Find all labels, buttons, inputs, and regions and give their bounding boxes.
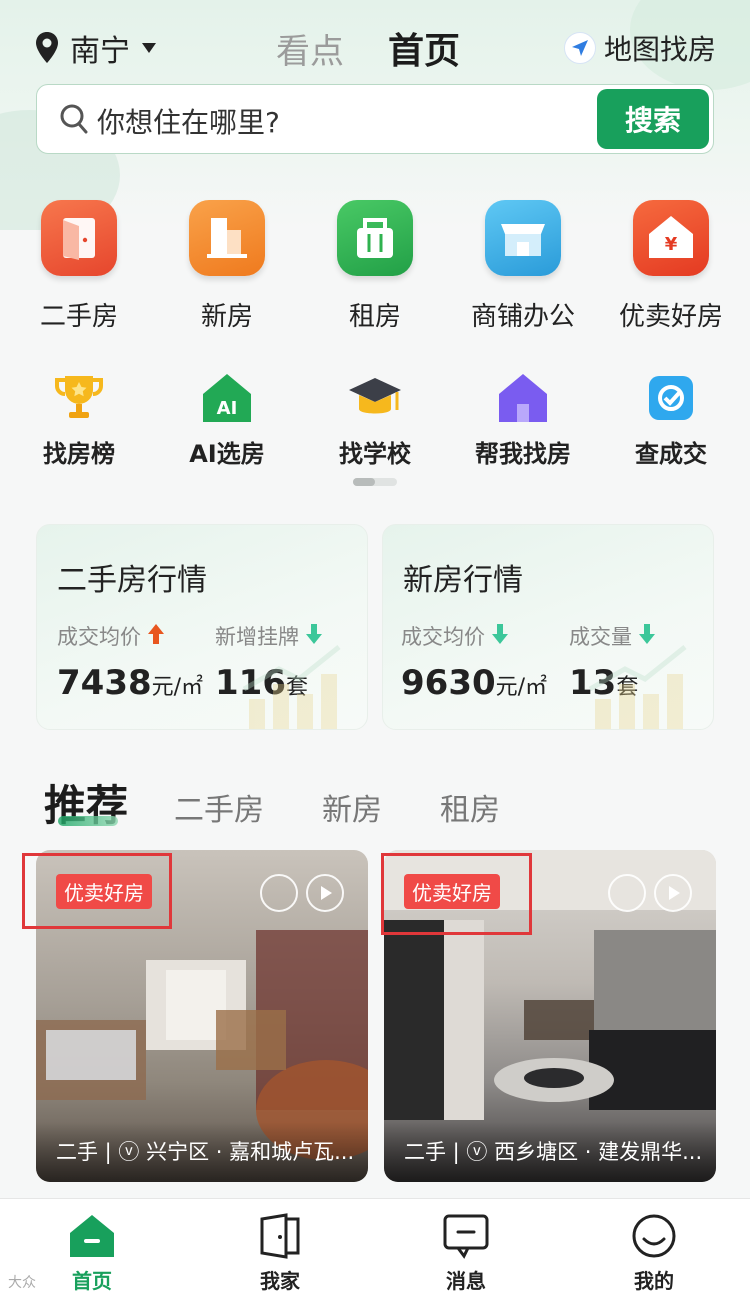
entry-find-school[interactable]: 找学校 bbox=[300, 370, 450, 469]
tab-recommend[interactable]: 推荐 bbox=[44, 772, 128, 833]
city-selector[interactable]: 南宁 bbox=[34, 26, 156, 70]
watermark: 大众 bbox=[8, 1275, 36, 1291]
entry-check-deals[interactable]: 查成交 bbox=[596, 370, 746, 469]
entry-shop-office[interactable]: 商铺办公 bbox=[448, 200, 598, 333]
main-entry-grid: 二手房 新房 租房 商铺办公 ¥ 优卖好房 bbox=[0, 200, 750, 340]
chevron-down-icon bbox=[142, 43, 156, 53]
listing-caption: 二手 | ⓥ 西乡塘区 · 建发鼎华... bbox=[384, 1122, 716, 1182]
svg-text:¥: ¥ bbox=[665, 234, 678, 255]
search-button[interactable]: 搜索 bbox=[597, 89, 709, 149]
bar-chart-decoration bbox=[242, 645, 341, 729]
graduation-cap-icon bbox=[347, 370, 403, 426]
annotation-box bbox=[381, 853, 532, 935]
new-house-market-card[interactable]: 新房行情 成交均价 成交量 9630元/㎡ 13套 bbox=[382, 524, 714, 730]
bottom-navigation: 首页 我家 消息 我的 bbox=[0, 1198, 750, 1297]
bar-chart-decoration bbox=[588, 645, 687, 729]
tab-second-hand[interactable]: 二手房 bbox=[174, 785, 264, 829]
door-icon bbox=[256, 1213, 304, 1259]
purple-house-icon bbox=[495, 370, 551, 426]
trophy-icon bbox=[51, 370, 107, 426]
search-icon bbox=[59, 103, 89, 139]
card-title: 二手房行情 bbox=[57, 563, 207, 598]
sub-entry-grid: 找房榜 AI AI选房 找学校 帮我找房 查成交 bbox=[0, 370, 750, 480]
nav-messages[interactable]: 消息 bbox=[406, 1213, 526, 1294]
card-title: 新房行情 bbox=[403, 563, 523, 598]
tab-kandian[interactable]: 看点 bbox=[276, 24, 344, 73]
bag-icon bbox=[337, 200, 413, 276]
page-indicator bbox=[353, 478, 397, 486]
door-icon bbox=[41, 200, 117, 276]
play-icon[interactable] bbox=[654, 874, 692, 912]
ai-house-icon: AI bbox=[199, 370, 255, 426]
vr-icon[interactable] bbox=[608, 874, 646, 912]
nav-home[interactable]: 首页 bbox=[32, 1213, 152, 1294]
stat-label: 成交均价 bbox=[57, 625, 141, 649]
avg-price-value: 9630 bbox=[401, 663, 496, 703]
trend-up-icon bbox=[147, 623, 165, 650]
search-input[interactable]: 你想住在哪里? bbox=[97, 101, 280, 141]
second-hand-market-card[interactable]: 二手房行情 成交均价 新增挂牌 7438元/㎡ 116套 bbox=[36, 524, 368, 730]
navigation-arrow-icon bbox=[563, 32, 596, 64]
stat-label: 成交均价 bbox=[401, 625, 485, 649]
play-icon[interactable] bbox=[306, 874, 344, 912]
tab-rent[interactable]: 租房 bbox=[440, 785, 500, 829]
listing-caption: 二手 | ⓥ 兴宁区 · 嘉和城卢瓦... bbox=[36, 1122, 368, 1182]
building-icon bbox=[189, 200, 265, 276]
home-icon bbox=[68, 1213, 116, 1259]
trend-down-icon bbox=[491, 623, 509, 650]
nav-my-home[interactable]: 我家 bbox=[220, 1213, 340, 1294]
entry-help-find[interactable]: 帮我找房 bbox=[448, 370, 598, 469]
tab-new-house[interactable]: 新房 bbox=[322, 785, 382, 829]
vr-icon[interactable] bbox=[260, 874, 298, 912]
tab-home[interactable]: 首页 bbox=[388, 22, 460, 74]
entry-ai-select[interactable]: AI AI选房 bbox=[152, 370, 302, 469]
top-header: 南宁 看点 首页 地图找房 bbox=[0, 0, 750, 90]
yen-house-icon: ¥ bbox=[633, 200, 709, 276]
entry-new-house[interactable]: 新房 bbox=[152, 200, 302, 333]
entry-second-hand[interactable]: 二手房 bbox=[4, 200, 154, 333]
city-name: 南宁 bbox=[70, 34, 130, 69]
smile-icon bbox=[630, 1213, 678, 1259]
search-bar[interactable]: 你想住在哪里? 搜索 bbox=[36, 84, 714, 154]
nav-profile[interactable]: 我的 bbox=[594, 1213, 714, 1294]
annotation-box bbox=[22, 853, 172, 929]
entry-good-sale[interactable]: ¥ 优卖好房 bbox=[596, 200, 746, 333]
location-pin-icon bbox=[34, 31, 60, 65]
map-find-button[interactable]: 地图找房 bbox=[563, 28, 716, 68]
entry-rent[interactable]: 租房 bbox=[300, 200, 450, 333]
check-doc-icon bbox=[643, 370, 699, 426]
avg-price-value: 7438 bbox=[57, 663, 152, 703]
svg-text:AI: AI bbox=[217, 398, 238, 419]
entry-ranking[interactable]: 找房榜 bbox=[4, 370, 154, 469]
shop-icon bbox=[485, 200, 561, 276]
map-find-label: 地图找房 bbox=[603, 33, 716, 66]
message-icon bbox=[442, 1213, 490, 1259]
recommend-tabs: 推荐 二手房 新房 租房 bbox=[44, 772, 500, 833]
